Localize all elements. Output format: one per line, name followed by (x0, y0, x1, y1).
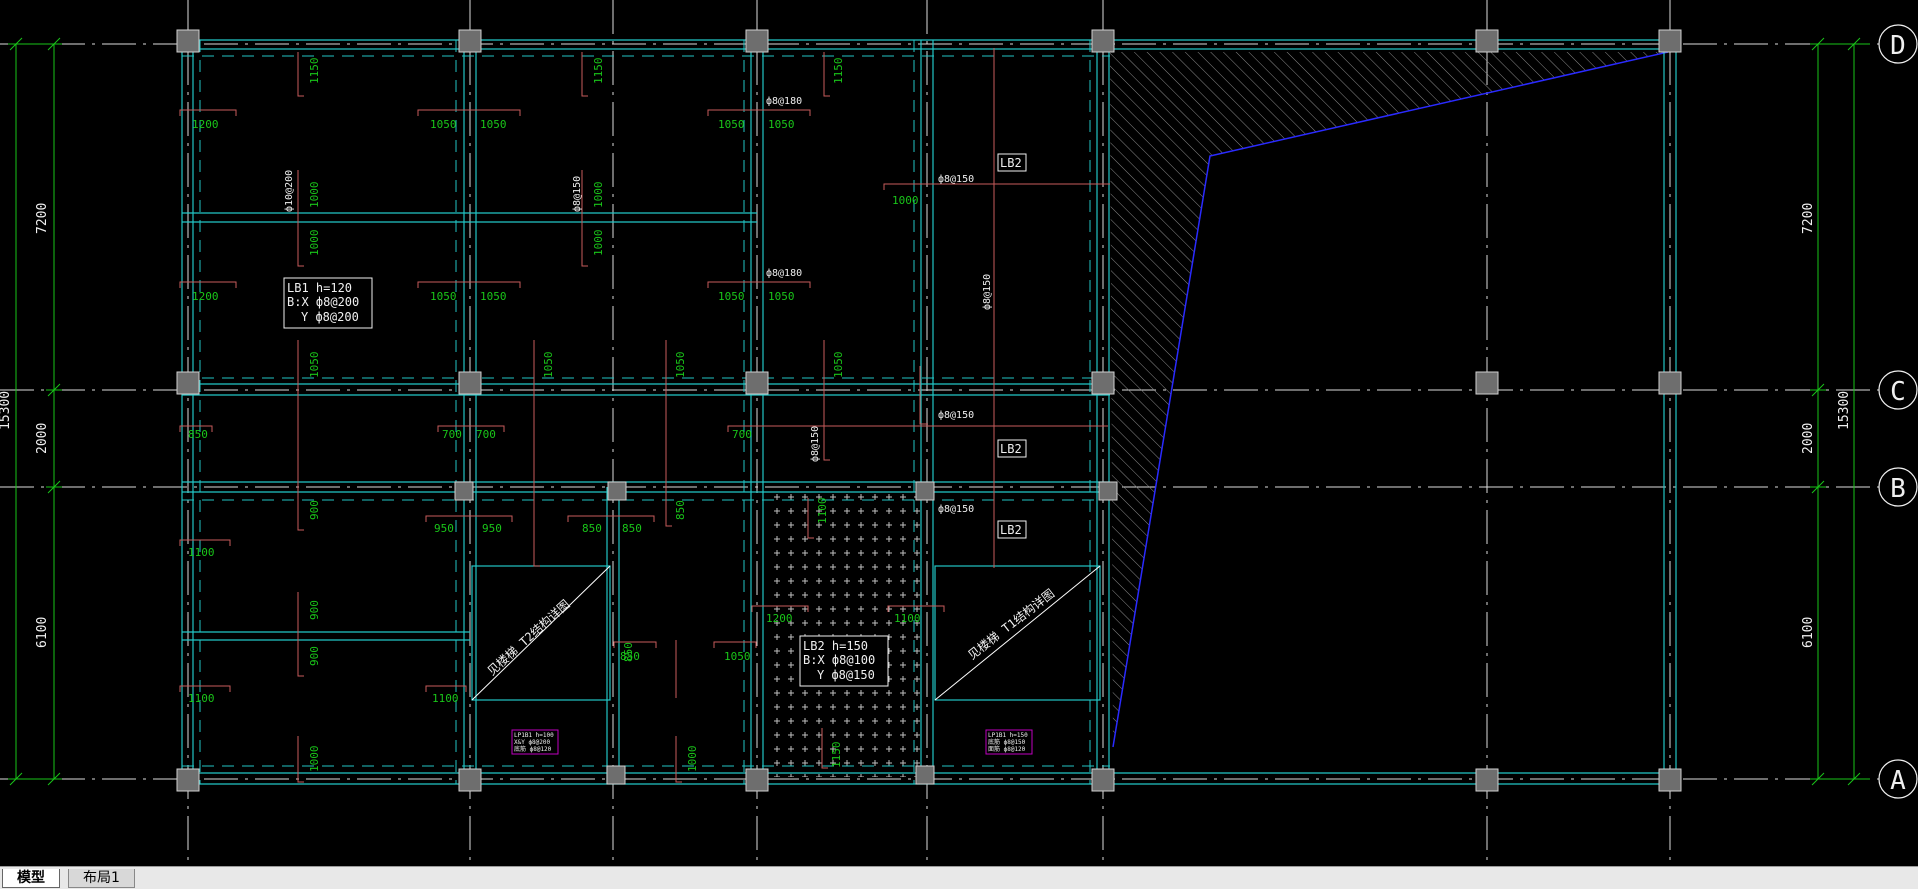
dim-text: 7200 (35, 203, 50, 234)
dim-label: 900 (308, 646, 321, 666)
dim-label: 1050 (542, 352, 555, 379)
dim-label: 900 (308, 600, 321, 620)
dim-label: 1050 (674, 352, 687, 379)
note-text: 底筋 ф8@120 (514, 745, 552, 753)
dim-label: 1100 (432, 692, 459, 705)
stair-note: 见楼梯 T2结构详图 (484, 596, 573, 678)
lb1-label-line: LB1 h=120 (287, 281, 352, 295)
dim-chain-left (8, 37, 62, 786)
dim-label: 700 (732, 428, 752, 441)
dim-label: 1150 (592, 58, 605, 85)
dim-label: 1050 (832, 352, 845, 379)
dim-label: 850 (188, 428, 208, 441)
dim-label: 1050 (718, 290, 745, 303)
dim-label: 1050 (480, 290, 507, 303)
dim-label: 1050 (308, 352, 321, 379)
dim-label: 1100 (816, 498, 829, 525)
dim-label: 1050 (718, 118, 745, 131)
dim-label: 1000 (592, 230, 605, 257)
dim-label: 1050 (430, 290, 457, 303)
dim-text: 7200 (1801, 203, 1816, 234)
slab-hatch (766, 492, 924, 777)
layout-tab-bar: 模型 布局1 (0, 866, 1918, 889)
rebar-label: ф8@150 (938, 409, 974, 421)
tab-model[interactable]: 模型 (2, 869, 60, 888)
axis-letter: D (1890, 31, 1906, 61)
note-text: LP1B1 h=150 (988, 732, 1028, 739)
dim-text: 15300 (0, 391, 13, 430)
dim-label: 1000 (592, 182, 605, 209)
note-text: LP1B1 h=100 (514, 732, 554, 739)
axis-letter: C (1890, 377, 1906, 407)
note-text: X&Y ф8@200 (514, 739, 551, 746)
rebar-label: ф8@150 (809, 426, 821, 462)
dim-label: 900 (308, 500, 321, 520)
dim-label: 1100 (188, 692, 215, 705)
dim-text: 6100 (1801, 617, 1816, 648)
beam-lines (181, 39, 1680, 785)
dim-label: 1000 (892, 194, 919, 207)
dim-label: 950 (482, 522, 502, 535)
rebar-label: ф8@180 (766, 267, 802, 279)
dim-label: 1200 (766, 612, 793, 625)
lb2-label-line: LB2 h=150 (803, 639, 868, 653)
dim-label: 1000 (686, 746, 699, 773)
dim-label: 1000 (308, 230, 321, 257)
dim-label: 1150 (308, 58, 321, 85)
dim-label: 1200 (192, 290, 219, 303)
dim-label: 1000 (308, 182, 321, 209)
lb2-label-line: Y ф8@150 (817, 668, 875, 682)
dim-text: 2000 (1801, 423, 1816, 454)
rebar-label: ф10@200 (283, 170, 295, 212)
dim-label: 1150 (830, 742, 843, 769)
dim-label: 850 (674, 500, 687, 520)
lb1-label-line: B:X ф8@200 (287, 295, 359, 309)
dim-label: 1050 (768, 290, 795, 303)
stair-note: 见楼梯 T1结构详图 (965, 585, 1058, 662)
note-text: 底筋 ф8@150 (988, 738, 1026, 746)
drawing-canvas[interactable]: 1200 1050 1050 1050 1050 1000 1200 1050 … (0, 0, 1918, 866)
lb2-label-line: B:X ф8@100 (803, 653, 875, 667)
dim-label: 850 (622, 642, 635, 662)
rebar-label: ф8@150 (571, 176, 583, 212)
axis-lines (0, 0, 1880, 866)
columns (176, 29, 1682, 792)
rebar-label: ф8@150 (938, 503, 974, 515)
lb1-label-line: Y ф8@200 (301, 310, 359, 324)
dim-label: 1000 (308, 746, 321, 773)
dim-label: 1100 (894, 612, 921, 625)
dim-label: 1050 (480, 118, 507, 131)
dim-label: 950 (434, 522, 454, 535)
rebar-label: ф8@180 (766, 95, 802, 107)
dim-label: 1200 (192, 118, 219, 131)
dim-label: 1050 (724, 650, 751, 663)
lb2-tag-text: LB2 (1000, 156, 1022, 170)
dim-label: 1050 (430, 118, 457, 131)
axis-letter: A (1890, 766, 1906, 796)
dim-label: 700 (442, 428, 462, 441)
dim-label: 850 (582, 522, 602, 535)
lb2-tag-text: LB2 (1000, 523, 1022, 537)
dim-text: 6100 (35, 617, 50, 648)
dim-label: 850 (622, 522, 642, 535)
dim-text: 15300 (1837, 391, 1852, 430)
lb2-tag-text: LB2 (1000, 442, 1022, 456)
rebar-label: ф8@150 (981, 274, 993, 310)
axis-letter: B (1890, 474, 1906, 504)
dim-text: 2000 (35, 423, 50, 454)
dim-label: 700 (476, 428, 496, 441)
dim-label: 1050 (768, 118, 795, 131)
dim-label: 1150 (832, 58, 845, 85)
dim-label: 1100 (188, 546, 215, 559)
hatch-area (1110, 52, 1668, 747)
note-text: 面筋 ф8@120 (988, 745, 1026, 753)
tab-layout1[interactable]: 布局1 (68, 869, 135, 888)
rebar-label: ф8@150 (938, 173, 974, 185)
